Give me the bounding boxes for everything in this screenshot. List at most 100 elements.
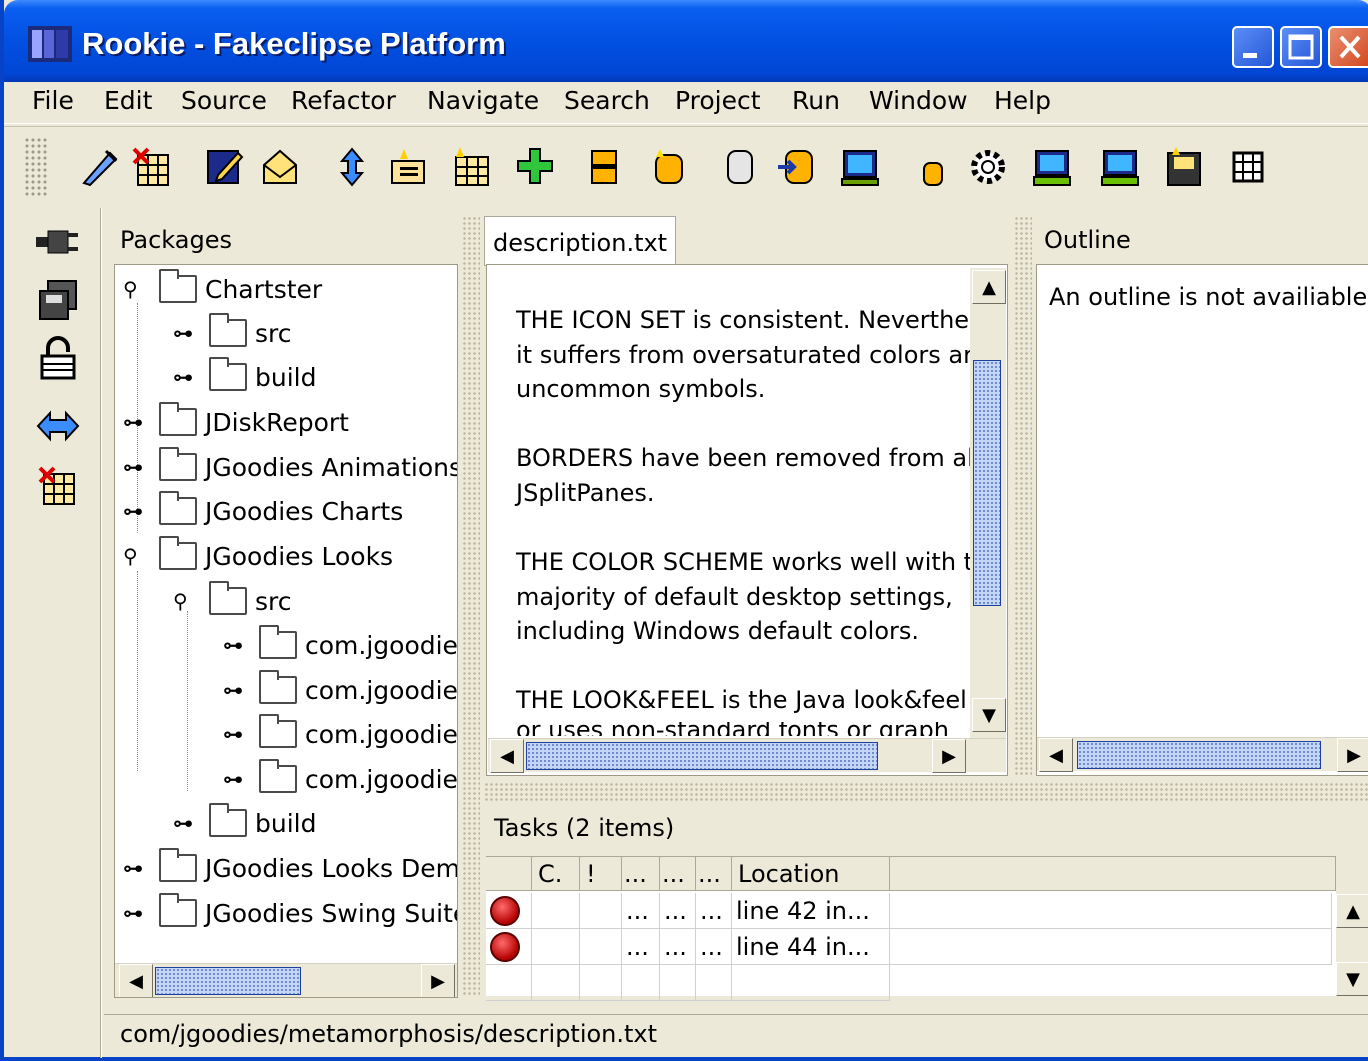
pin-icon[interactable] bbox=[80, 147, 120, 187]
scroll-thumb[interactable] bbox=[973, 360, 1001, 606]
mail-icon[interactable] bbox=[260, 147, 300, 187]
column-header[interactable]: ... bbox=[696, 857, 732, 891]
save-star-icon[interactable] bbox=[1164, 147, 1204, 187]
edit-icon[interactable] bbox=[204, 147, 244, 187]
add-icon[interactable] bbox=[516, 147, 556, 187]
menu-run[interactable]: Run bbox=[792, 86, 840, 115]
expand-icon[interactable]: ⊶ bbox=[173, 811, 209, 835]
scroll-down-button[interactable]: ▼ bbox=[1336, 962, 1368, 996]
menu-edit[interactable]: Edit bbox=[104, 86, 152, 115]
editor-vscroll[interactable]: ▲ ▼ bbox=[970, 268, 1006, 738]
split-sash[interactable] bbox=[462, 216, 480, 996]
maximize-button[interactable] bbox=[1280, 26, 1322, 68]
tab-description[interactable]: description.txt bbox=[484, 216, 677, 266]
menu-project[interactable]: Project bbox=[675, 86, 761, 115]
monitor-net2-icon[interactable] bbox=[1100, 147, 1140, 187]
collapse-icon[interactable]: ⚲ bbox=[173, 589, 209, 613]
monitor-net-icon[interactable] bbox=[1032, 147, 1072, 187]
expand-icon[interactable]: ⊶ bbox=[223, 678, 259, 702]
packages-tree[interactable]: ⚲ Chartster ⊶ src ⊶ build ⊶ JDiskReport ⊶ JGo… bbox=[114, 264, 458, 998]
scroll-right-button[interactable]: ▶ bbox=[421, 964, 455, 997]
tree-item[interactable]: ⊶ src bbox=[173, 311, 292, 355]
split-icon[interactable] bbox=[584, 147, 624, 187]
collapse-icon[interactable]: ⚲ bbox=[123, 277, 159, 301]
expand-icon[interactable]: ⊶ bbox=[123, 499, 159, 523]
outline-hscroll[interactable]: ◀ ▶ bbox=[1037, 737, 1368, 772]
scroll-thumb[interactable] bbox=[155, 967, 301, 995]
plug-icon[interactable] bbox=[34, 218, 82, 266]
scroll-left-button[interactable]: ◀ bbox=[490, 739, 524, 773]
tree-item[interactable]: ⊶ JGoodies Swing Suite bbox=[123, 891, 457, 935]
gear-icon[interactable] bbox=[968, 147, 1008, 187]
close-button[interactable] bbox=[1328, 26, 1368, 68]
tree-item[interactable]: ⊶ com.jgoodies.looks bbox=[223, 668, 457, 712]
column-header[interactable] bbox=[486, 857, 532, 891]
column-header[interactable]: ! bbox=[580, 857, 622, 891]
tree-item[interactable]: ⊶ JGoodies Looks Demo bbox=[123, 846, 457, 890]
tree-item[interactable]: ⊶ build bbox=[173, 355, 316, 399]
menu-source[interactable]: Source bbox=[181, 86, 267, 115]
table-x-side-icon[interactable] bbox=[34, 462, 82, 510]
scroll-right-button[interactable]: ▶ bbox=[1337, 738, 1368, 772]
minimize-button[interactable] bbox=[1232, 26, 1274, 68]
menu-navigate[interactable]: Navigate bbox=[427, 86, 539, 115]
tree-item[interactable]: ⚲ Chartster bbox=[123, 267, 322, 311]
collapse-icon[interactable]: ⚲ bbox=[123, 544, 159, 568]
tree-item[interactable]: ⊶ com.jgoodies.looks bbox=[223, 757, 457, 801]
lock-icon[interactable] bbox=[34, 334, 82, 382]
expand-icon[interactable]: ⊶ bbox=[173, 365, 209, 389]
monitor-icon[interactable] bbox=[840, 147, 880, 187]
title-bar[interactable]: Rookie - Fakeclipse Platform bbox=[4, 0, 1368, 82]
tree-item[interactable]: ⊶ com.jgoodies.looks bbox=[223, 712, 457, 756]
small-db-icon[interactable] bbox=[912, 147, 952, 187]
grid-icon[interactable] bbox=[1228, 147, 1268, 187]
column-header[interactable]: ... bbox=[622, 857, 660, 891]
tree-item[interactable]: ⊶ build bbox=[173, 801, 316, 845]
scroll-right-button[interactable]: ▶ bbox=[932, 739, 966, 773]
swap-icon[interactable] bbox=[34, 402, 82, 450]
table-x-icon[interactable] bbox=[132, 147, 172, 187]
menu-search[interactable]: Search bbox=[564, 86, 650, 115]
split-sash[interactable] bbox=[484, 782, 1368, 802]
updown-icon[interactable] bbox=[332, 147, 372, 187]
expand-icon[interactable]: ⊶ bbox=[223, 633, 259, 657]
cylinder-icon[interactable] bbox=[720, 147, 760, 187]
expand-icon[interactable]: ⊶ bbox=[123, 455, 159, 479]
menu-refactor[interactable]: Refactor bbox=[291, 86, 396, 115]
column-header[interactable]: C. bbox=[532, 857, 580, 891]
column-header[interactable]: ... bbox=[660, 857, 696, 891]
tasks-table[interactable]: C. ! ... ... ... Location ... ... ... li… bbox=[486, 856, 1336, 1001]
scroll-thumb[interactable] bbox=[526, 742, 878, 770]
tasks-vscroll[interactable]: ▲ ▼ bbox=[1336, 892, 1368, 996]
scroll-thumb[interactable] bbox=[1077, 741, 1321, 769]
db-import-icon[interactable] bbox=[776, 147, 816, 187]
menu-file[interactable]: File bbox=[32, 86, 74, 115]
folder-new-icon[interactable] bbox=[388, 147, 428, 187]
expand-icon[interactable]: ⊶ bbox=[173, 321, 209, 345]
expand-icon[interactable]: ⊶ bbox=[123, 410, 159, 434]
split-sash[interactable] bbox=[1014, 216, 1032, 776]
menu-help[interactable]: Help bbox=[994, 86, 1051, 115]
expand-icon[interactable]: ⊶ bbox=[223, 722, 259, 746]
packages-hscroll[interactable]: ◀ ▶ bbox=[115, 963, 457, 997]
toolbar-grip[interactable] bbox=[24, 137, 48, 197]
db-icon[interactable] bbox=[648, 147, 688, 187]
scroll-down-button[interactable]: ▼ bbox=[972, 698, 1006, 732]
menu-window[interactable]: Window bbox=[869, 86, 968, 115]
expand-icon[interactable]: ⊶ bbox=[123, 901, 159, 925]
expand-icon[interactable]: ⊶ bbox=[123, 856, 159, 880]
scroll-left-button[interactable]: ◀ bbox=[1039, 738, 1073, 772]
save-stack-icon[interactable] bbox=[34, 276, 82, 324]
tree-item[interactable]: ⚲ src bbox=[173, 579, 292, 623]
table-new-icon[interactable] bbox=[452, 147, 492, 187]
expand-icon[interactable]: ⊶ bbox=[223, 767, 259, 791]
scroll-up-button[interactable]: ▲ bbox=[1336, 894, 1368, 928]
tree-item[interactable]: ⊶ JDiskReport bbox=[123, 400, 349, 444]
tree-item[interactable]: ⊶ JGoodies Charts bbox=[123, 489, 403, 533]
scroll-up-button[interactable]: ▲ bbox=[972, 270, 1006, 304]
tree-item[interactable]: ⊶ JGoodies Animations bbox=[123, 445, 457, 489]
editor-hscroll[interactable]: ◀ ▶ bbox=[488, 738, 1006, 773]
tree-item[interactable]: ⚲ JGoodies Looks bbox=[123, 534, 393, 578]
tree-item[interactable]: ⊶ com.jgoodies.looks bbox=[223, 623, 457, 667]
column-header[interactable]: Location bbox=[732, 857, 890, 891]
